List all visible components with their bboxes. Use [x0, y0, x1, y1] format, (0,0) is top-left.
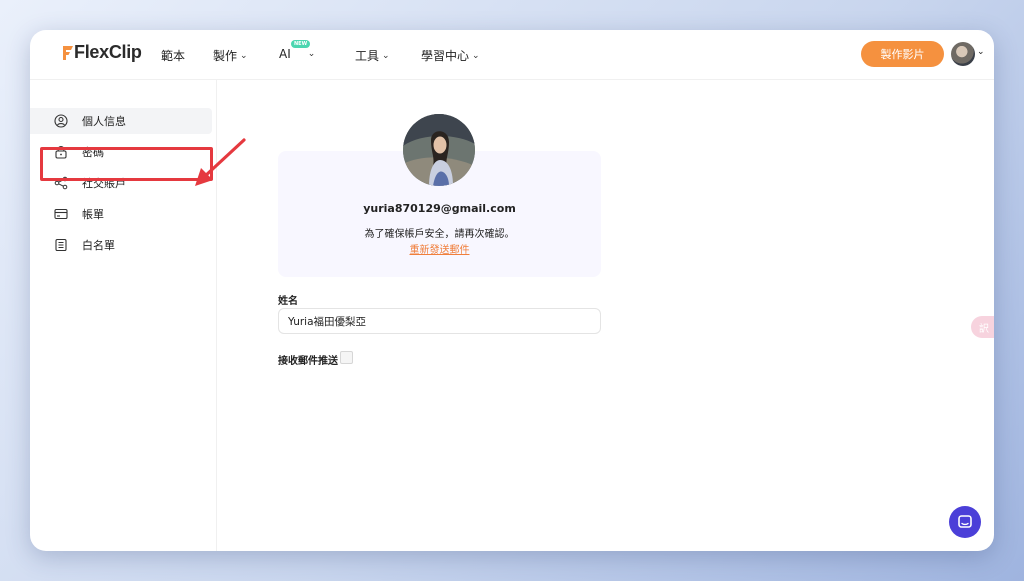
nav-label: 範本: [161, 49, 186, 63]
user-circle-icon: [54, 114, 68, 128]
app-window: FlexClip 範本 製作 ⌄ AI NEW ⌄ 工具 ⌄ 學習中心 ⌄ 製作…: [30, 30, 994, 551]
credit-card-icon: [54, 208, 68, 220]
make-video-button[interactable]: 製作影片: [861, 41, 944, 67]
top-header: FlexClip 範本 製作 ⌄ AI NEW ⌄ 工具 ⌄ 學習中心 ⌄ 製作…: [30, 30, 994, 80]
newsletter-label: 接收郵件推送: [278, 356, 338, 367]
nav-label: AI: [279, 47, 291, 61]
sidebar-item-label: 白名單: [82, 239, 115, 252]
red-arrow-icon: [195, 138, 246, 186]
confirm-message: 為了確保帳戶安全，請再次確認。: [364, 229, 515, 240]
resend-email-link[interactable]: 重新發送郵件: [278, 241, 601, 256]
translate-icon: 訳: [979, 323, 989, 335]
logo-mark-icon: [63, 45, 73, 60]
chevron-down-icon: ⌄: [240, 50, 248, 61]
list-icon: [55, 238, 67, 252]
nav-templates[interactable]: 範本: [161, 47, 185, 64]
nav-ai[interactable]: AI NEW ⌄: [279, 40, 316, 61]
chat-support-button[interactable]: [949, 506, 981, 538]
newsletter-checkbox[interactable]: [340, 351, 353, 364]
sidebar-item-billing[interactable]: 帳單: [30, 201, 212, 227]
nav-create[interactable]: 製作 ⌄: [213, 47, 248, 64]
chat-icon: [958, 515, 972, 528]
profile-avatar[interactable]: [403, 114, 475, 186]
name-label: 姓名: [278, 296, 298, 307]
sidebar-item-profile[interactable]: 個人信息: [30, 108, 212, 134]
nav-label: 工具: [355, 49, 380, 63]
logo-text: FlexClip: [74, 42, 142, 62]
chevron-down-icon: ⌄: [307, 49, 316, 59]
nav-tools[interactable]: 工具 ⌄: [355, 47, 390, 64]
name-input[interactable]: [278, 308, 601, 334]
sidebar-item-label: 帳單: [82, 208, 104, 221]
new-badge: NEW: [291, 40, 311, 48]
account-email: yuria870129@gmail.com: [363, 202, 516, 215]
profile-photo-icon: [403, 114, 475, 186]
flexclip-logo[interactable]: FlexClip: [62, 42, 142, 63]
sidebar-item-label: 個人信息: [82, 115, 126, 128]
user-avatar[interactable]: [951, 42, 975, 66]
highlight-box: [40, 147, 213, 181]
chevron-down-icon: ⌄: [382, 50, 390, 61]
nav-label: 製作: [213, 49, 238, 63]
nav-label: 學習中心: [421, 49, 470, 63]
chevron-down-icon: ⌄: [472, 50, 480, 61]
translate-widget[interactable]: 訳: [971, 316, 994, 338]
nav-learning-center[interactable]: 學習中心 ⌄: [421, 47, 480, 64]
sidebar-item-whitelist[interactable]: 白名單: [30, 232, 212, 258]
chevron-down-icon[interactable]: ⌄: [977, 47, 985, 57]
